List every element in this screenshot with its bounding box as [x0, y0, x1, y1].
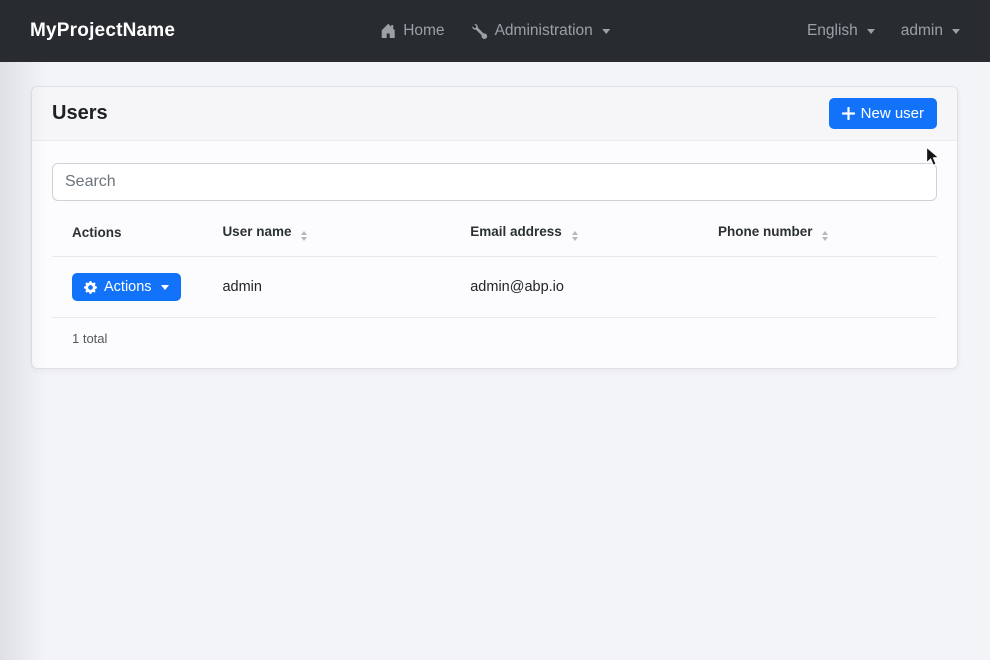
- nav-item-home-label: Home: [403, 22, 444, 40]
- wrench-icon: [473, 24, 488, 39]
- column-header-email[interactable]: Email address: [450, 209, 698, 257]
- nav-item-administration[interactable]: Administration: [473, 22, 610, 40]
- language-dropdown[interactable]: English: [807, 22, 875, 40]
- user-menu-dropdown[interactable]: admin: [901, 22, 960, 40]
- sort-icon: [301, 231, 307, 241]
- caret-down-icon: [161, 285, 169, 290]
- users-table: Actions User name Email address Phone nu…: [52, 209, 937, 318]
- top-navbar: MyProjectName Home Administration Englis…: [0, 0, 990, 62]
- column-header-username[interactable]: User name: [202, 209, 450, 257]
- new-user-button[interactable]: New user: [829, 98, 937, 129]
- cell-phone: [698, 257, 937, 318]
- cell-username: admin: [202, 257, 450, 318]
- new-user-button-label: New user: [861, 105, 924, 122]
- nav-item-administration-label: Administration: [495, 22, 593, 40]
- caret-down-icon: [952, 29, 960, 34]
- sort-icon: [822, 231, 828, 241]
- table-row: Actions admin admin@abp.io: [52, 257, 937, 318]
- row-actions-button[interactable]: Actions: [72, 273, 181, 301]
- column-header-phone[interactable]: Phone number: [698, 209, 937, 257]
- row-actions-button-label: Actions: [104, 279, 152, 295]
- users-card-header: Users New user: [32, 87, 957, 141]
- brand-logo[interactable]: MyProjectName: [30, 20, 175, 42]
- home-icon: [380, 23, 396, 39]
- sort-icon: [572, 231, 578, 241]
- navbar-right: English admin: [807, 22, 960, 40]
- main-menu: Home Administration: [380, 22, 610, 40]
- cell-actions: Actions: [52, 257, 202, 318]
- users-card-body: Actions User name Email address Phone nu…: [32, 141, 957, 368]
- total-count-label: 1 total: [52, 318, 937, 350]
- page-title: Users: [52, 102, 108, 125]
- users-card: Users New user Actions User name: [31, 86, 958, 369]
- gear-icon: [84, 281, 97, 294]
- table-header-row: Actions User name Email address Phone nu…: [52, 209, 937, 257]
- plus-icon: [842, 107, 855, 120]
- cell-email: admin@abp.io: [450, 257, 698, 318]
- caret-down-icon: [602, 29, 610, 34]
- language-dropdown-label: English: [807, 22, 858, 40]
- search-input[interactable]: [52, 163, 937, 201]
- column-header-actions: Actions: [52, 209, 202, 257]
- user-menu-label: admin: [901, 22, 943, 40]
- caret-down-icon: [867, 29, 875, 34]
- nav-item-home[interactable]: Home: [380, 22, 444, 40]
